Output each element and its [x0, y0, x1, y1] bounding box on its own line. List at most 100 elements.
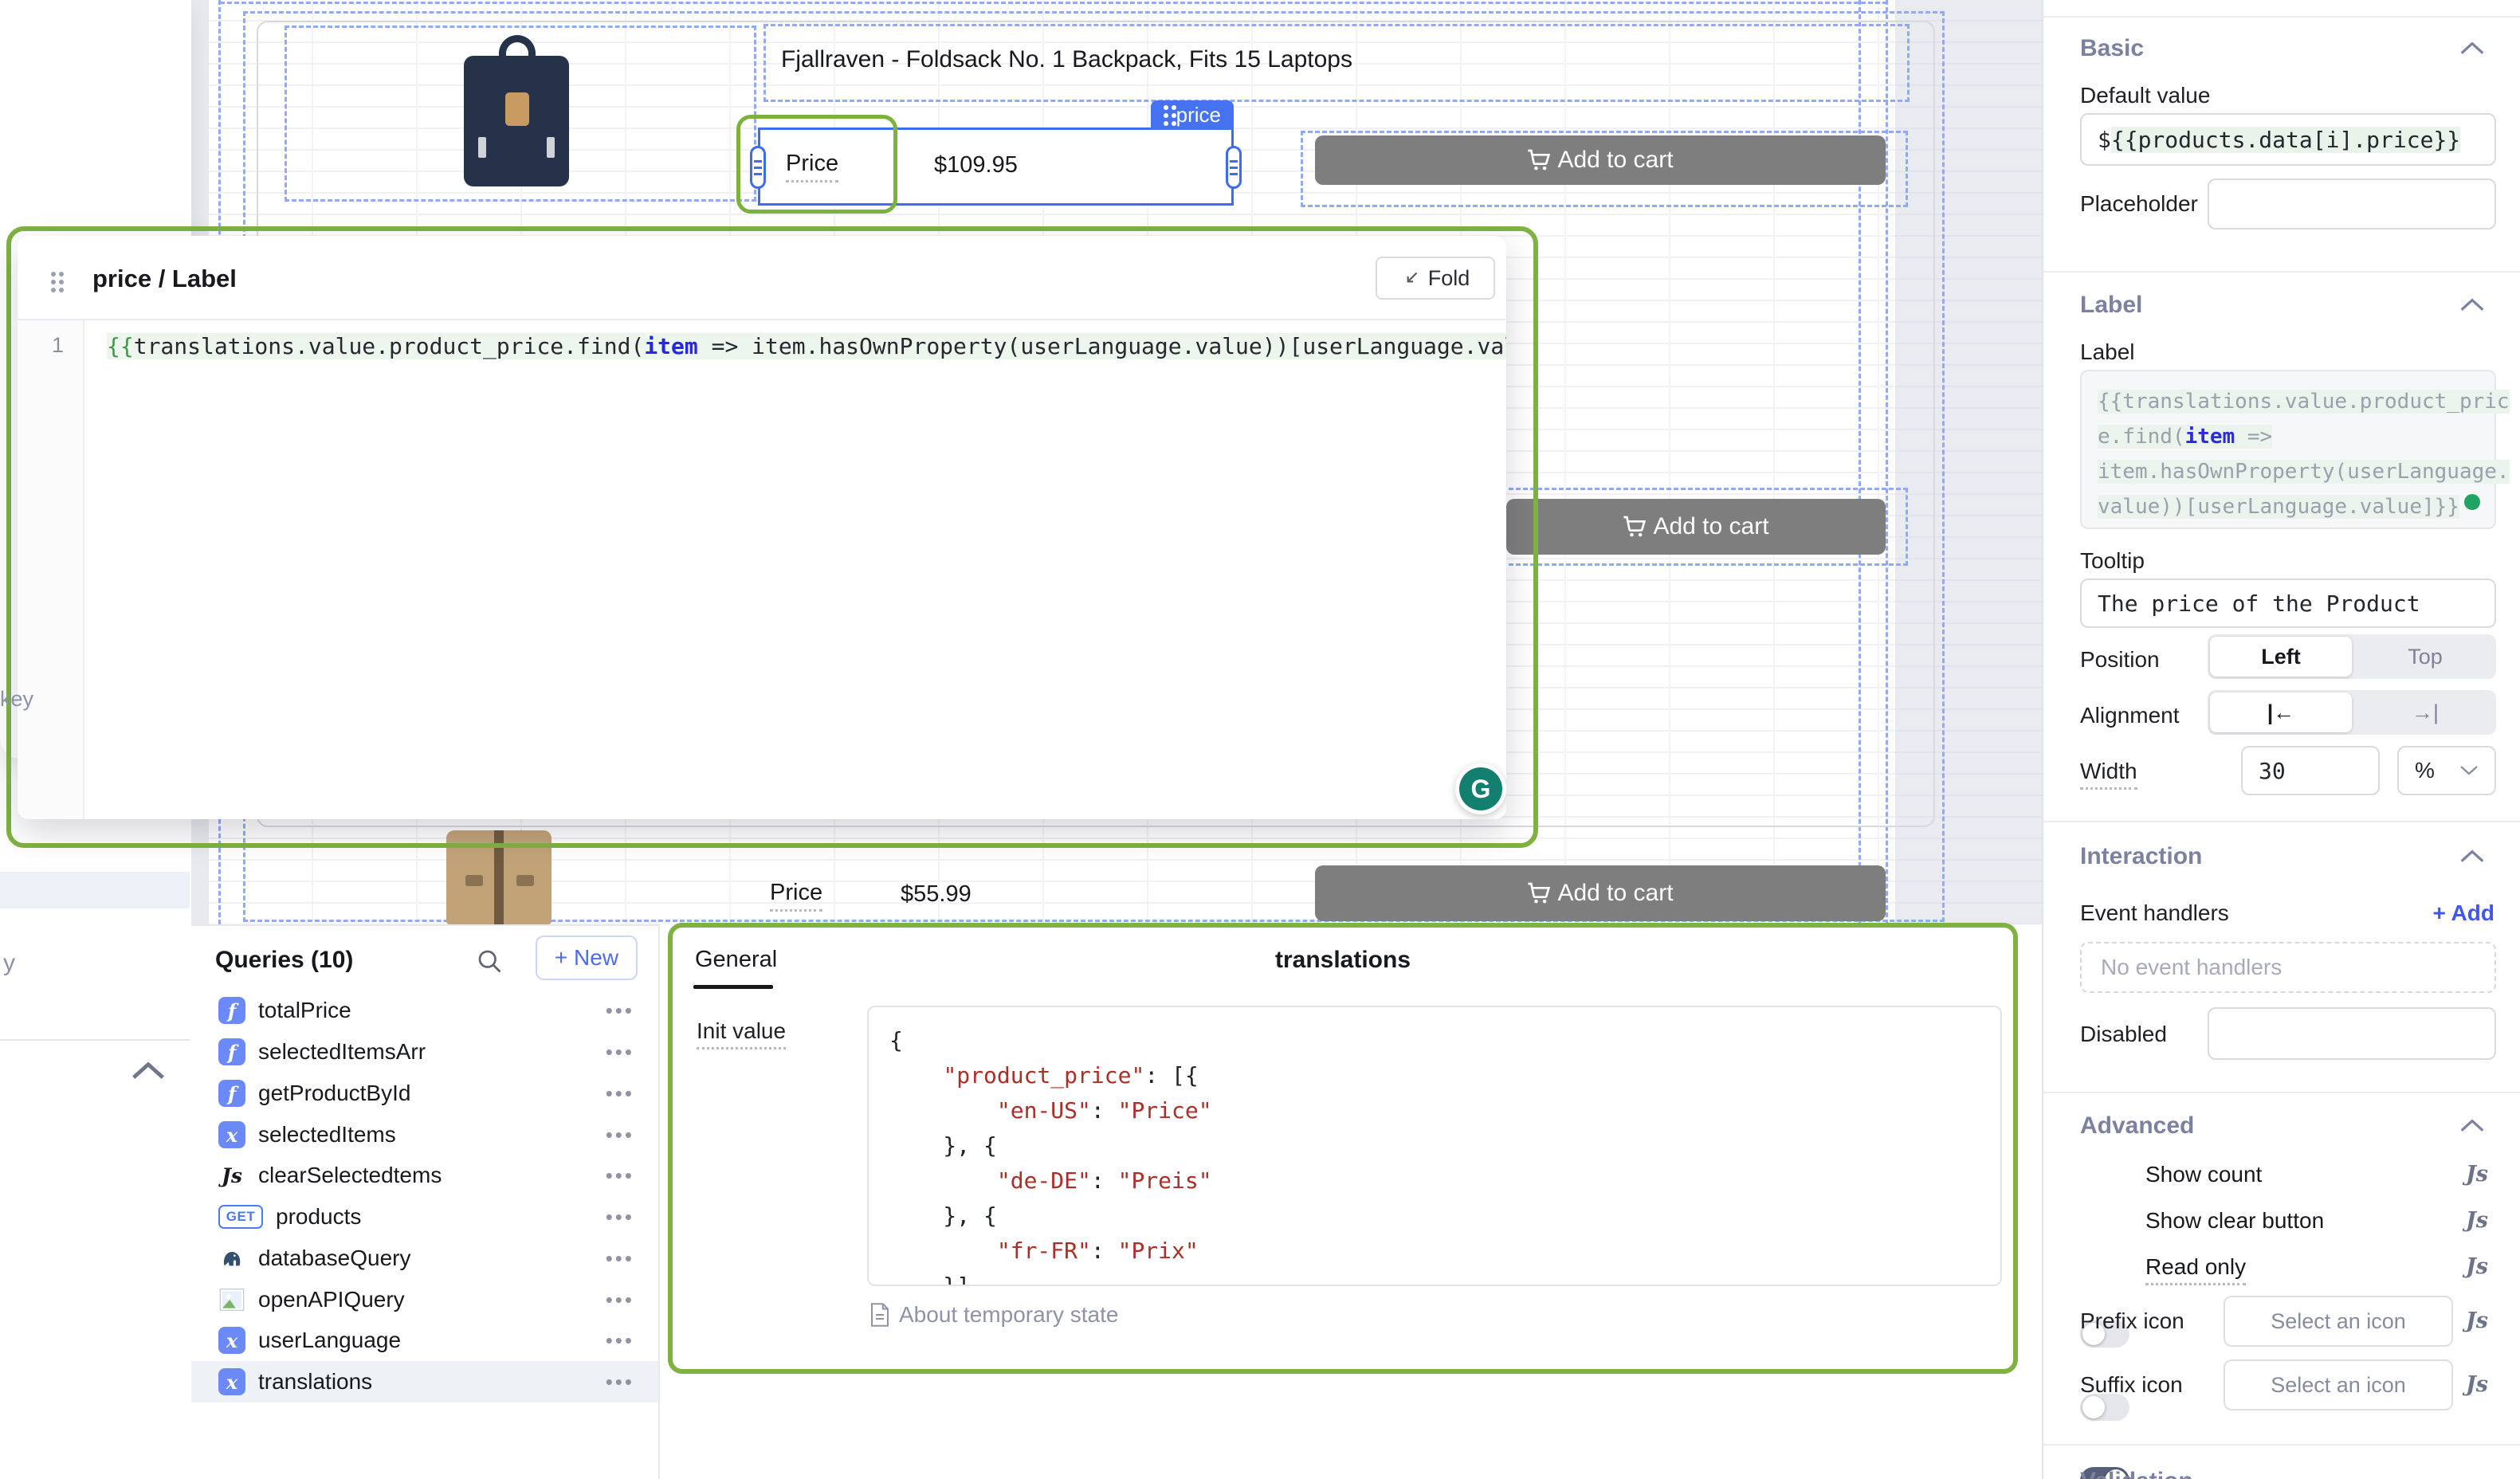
position-option-top[interactable]: Top — [2354, 634, 2496, 679]
about-temporary-state-link[interactable]: About temporary state — [869, 1302, 1118, 1328]
query-row-openAPIQuery[interactable]: openAPIQuery ••• — [191, 1279, 658, 1320]
default-value-input[interactable]: ${{products.data[i].price}} — [2080, 113, 2496, 166]
query-menu-icon[interactable]: ••• — [606, 1040, 634, 1065]
tooltip-value: The price of the Product — [2098, 590, 2420, 617]
drag-handle-icon[interactable] — [51, 272, 56, 277]
query-row-databaseQuery[interactable]: databaseQuery ••• — [191, 1238, 658, 1279]
query-menu-icon[interactable]: ••• — [606, 1246, 634, 1271]
init-value-editor[interactable]: { "product_price": [{ "en-US": "Price" }… — [867, 1006, 2002, 1286]
tooltip-input[interactable]: The price of the Product — [2080, 579, 2496, 628]
position-option-left[interactable]: Left — [2210, 637, 2352, 677]
query-label: selectedItems — [258, 1122, 606, 1148]
price-widget-value[interactable]: $109.95 — [934, 152, 1018, 178]
default-value-label: Default value — [2080, 83, 2210, 108]
price-value[interactable]: $55.99 — [901, 881, 971, 908]
search-icon[interactable] — [475, 947, 504, 975]
js-toggle-icon[interactable]: Js — [2466, 1208, 2488, 1233]
width-value: 30 — [2259, 758, 2286, 784]
editor-popup-title: price / Label — [92, 265, 237, 293]
app-screen: Fjallraven - Foldsack No. 1 Backpack, Fi… — [0, 0, 2520, 1479]
product-image-backpack — [464, 35, 569, 188]
query-row-userLanguage[interactable]: x userLanguage ••• — [191, 1320, 658, 1361]
width-unit-value: % — [2415, 758, 2435, 783]
backpack-buckle — [547, 137, 555, 158]
about-link-label: About temporary state — [899, 1302, 1118, 1328]
suffix-icon-select-button[interactable]: Select an icon — [2224, 1359, 2453, 1410]
chevron-up-icon[interactable] — [2459, 40, 2485, 56]
price-label[interactable]: Price — [770, 880, 822, 912]
align-right-icon[interactable]: →| — [2354, 690, 2496, 735]
js-toggle-icon[interactable]: Js — [2466, 1372, 2488, 1397]
chevron-up-icon[interactable] — [2459, 296, 2485, 312]
query-row-selectedItemsArr[interactable]: f selectedItemsArr ••• — [191, 1031, 658, 1073]
section-header-basic[interactable]: Basic — [2080, 35, 2144, 62]
query-row-translations[interactable]: x translations ••• — [191, 1361, 658, 1402]
tooltip-label: Tooltip — [2080, 548, 2145, 574]
get-request-icon: GET — [218, 1205, 263, 1229]
js-toggle-icon[interactable]: Js — [2466, 1308, 2488, 1333]
width-input[interactable]: 30 — [2241, 746, 2380, 795]
query-menu-icon[interactable]: ••• — [606, 1205, 634, 1230]
width-label: Width — [2080, 759, 2137, 790]
drag-handle-icon[interactable] — [1164, 105, 1168, 110]
query-menu-icon[interactable]: ••• — [606, 1163, 634, 1188]
js-toggle-icon[interactable]: Js — [2466, 1254, 2488, 1279]
backpack-buckle — [478, 137, 486, 158]
section-header-validation-partial[interactable]: Validation — [2080, 1468, 2193, 1479]
disabled-label: Disabled — [2080, 1022, 2167, 1047]
clipped-text-fragment: key — [0, 687, 33, 712]
section-header-interaction[interactable]: Interaction — [2080, 843, 2202, 870]
json-line: "de-DE": "Preis" — [889, 1163, 1980, 1198]
collapse-chevron-icon[interactable] — [131, 1060, 166, 1081]
add-to-cart-button[interactable]: Add to cart — [1315, 135, 1886, 185]
query-menu-icon[interactable]: ••• — [606, 1288, 634, 1312]
tab-active-underline — [693, 985, 773, 989]
code-expression[interactable]: {{translations.value.product_price.find(… — [107, 333, 1506, 359]
add-event-handler-button[interactable]: + Add — [2432, 900, 2494, 926]
line-number-gutter: 1 — [18, 320, 84, 819]
query-label: selectedItemsArr — [258, 1039, 606, 1065]
jacket-pocket — [465, 875, 483, 886]
cart-icon — [1623, 514, 1648, 539]
json-line: "fr-FR": "Prix" — [889, 1234, 1980, 1269]
add-to-cart-button[interactable]: Add to cart — [1315, 865, 1886, 921]
line-number: 1 — [52, 333, 64, 357]
query-row-clearSelectedtems[interactable]: Js clearSelectedtems ••• — [191, 1155, 658, 1196]
query-row-products[interactable]: GET products ••• — [191, 1196, 658, 1238]
placeholder-input[interactable] — [2208, 178, 2496, 230]
prefix-icon-select-button[interactable]: Select an icon — [2224, 1296, 2453, 1347]
query-label: openAPIQuery — [258, 1287, 606, 1312]
width-unit-select[interactable]: % — [2397, 746, 2496, 795]
new-query-button[interactable]: + New — [536, 936, 638, 980]
no-event-handlers-box: No event handlers — [2080, 942, 2496, 993]
section-divider — [2043, 271, 2520, 273]
chevron-up-icon[interactable] — [2459, 1117, 2485, 1133]
position-segmented-control: Left Top — [2208, 634, 2496, 679]
disabled-input[interactable] — [2208, 1007, 2496, 1060]
fold-button[interactable]: Fold — [1376, 257, 1495, 300]
add-to-cart-button[interactable]: Add to cart — [1506, 499, 1886, 555]
query-row-selectedItems[interactable]: x selectedItems ••• — [191, 1114, 658, 1155]
query-menu-icon[interactable]: ••• — [606, 998, 634, 1023]
selection-badge[interactable]: price — [1151, 100, 1234, 130]
section-header-label[interactable]: Label — [2080, 292, 2142, 319]
left-highlight-row[interactable] — [0, 872, 190, 908]
query-menu-icon[interactable]: ••• — [606, 1370, 634, 1395]
section-header-advanced[interactable]: Advanced — [2080, 1112, 2194, 1140]
query-menu-icon[interactable]: ••• — [606, 1123, 634, 1148]
label-code-input[interactable]: {{translations.value.product_pric e.find… — [2080, 370, 2496, 529]
product-title[interactable]: Fjallraven - Foldsack No. 1 Backpack, Fi… — [781, 46, 1352, 73]
query-row-getProductById[interactable]: f getProductById ••• — [191, 1073, 658, 1114]
js-toggle-icon[interactable]: Js — [2466, 1162, 2488, 1187]
grammarly-badge[interactable]: G — [1455, 763, 1506, 814]
chevron-down-icon — [2459, 764, 2479, 777]
query-row-totalPrice[interactable]: f totalPrice ••• — [191, 990, 658, 1031]
default-value-expression: {{products.data[i].price}} — [2111, 127, 2460, 153]
show-clear-button-toggle[interactable] — [2080, 1394, 2129, 1421]
chevron-up-icon[interactable] — [2459, 848, 2485, 864]
resize-handle-right[interactable] — [1226, 146, 1242, 189]
align-left-icon[interactable]: |← — [2210, 692, 2352, 732]
json-line: "en-US": "Price" — [889, 1093, 1980, 1128]
query-menu-icon[interactable]: ••• — [606, 1081, 634, 1106]
query-menu-icon[interactable]: ••• — [606, 1328, 634, 1353]
